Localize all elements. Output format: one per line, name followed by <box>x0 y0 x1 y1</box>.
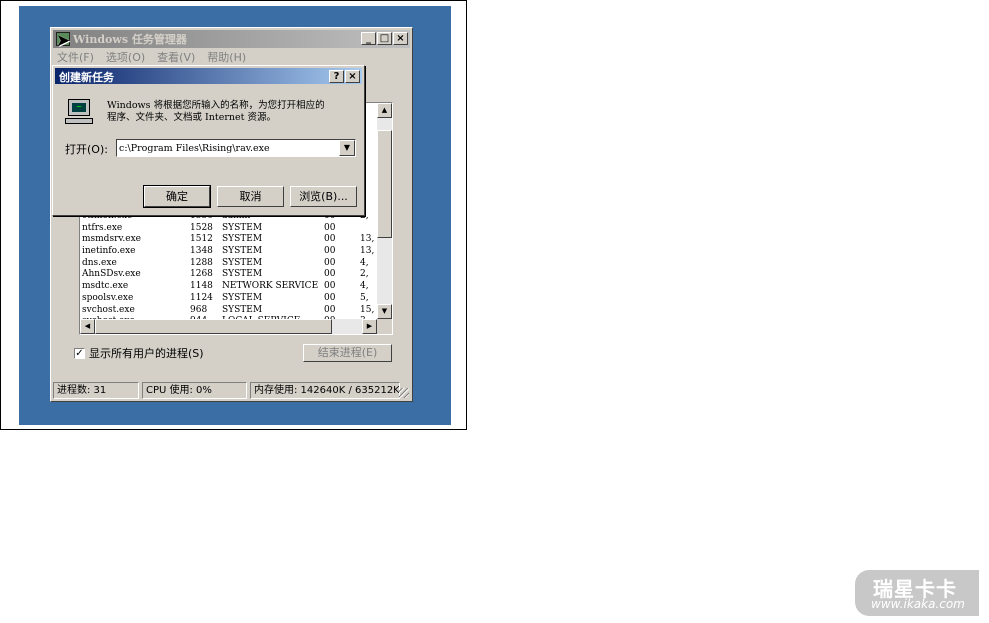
cell-cpu: 00 <box>324 281 336 292</box>
create-new-task-dialog: 创建新任务 ? × ~ Windows 将根据您所输入的名称，为您打开相应的 程… <box>52 65 365 216</box>
cell-cpu: 00 <box>324 222 336 233</box>
scroll-up-icon[interactable]: ▲ <box>377 103 392 118</box>
cell-pid: 1148 <box>190 281 213 292</box>
watermark-url: www.ikaka.com <box>871 597 965 611</box>
cell-name: msdtc.exe <box>82 281 129 292</box>
menu-help[interactable]: 帮助(H) <box>207 49 246 65</box>
cell-name: msmdsrv.exe <box>82 234 141 245</box>
cell-pid: 1268 <box>190 269 213 280</box>
table-row[interactable]: AhnSDsv.exe 1268 SYSTEM 00 2, <box>80 269 380 281</box>
dialog-description-line1: Windows 将根据您所输入的名称，为您打开相应的 <box>107 100 325 111</box>
close-button[interactable]: × <box>393 32 408 45</box>
open-label: 打开(O): <box>65 143 108 156</box>
cell-user: SYSTEM <box>222 222 263 233</box>
show-all-users-checkbox[interactable]: ✓ <box>74 347 85 359</box>
cell-cpu: 00 <box>324 234 336 245</box>
scroll-left-icon[interactable]: ◀ <box>80 319 95 334</box>
cell-cpu: 00 <box>324 292 336 303</box>
cell-user: SYSTEM <box>222 269 263 280</box>
status-process-count: 进程数: 31 <box>53 382 139 399</box>
browse-button[interactable]: 浏览(B)... <box>290 186 357 207</box>
cell-user: SYSTEM <box>222 246 263 257</box>
dialog-close-button[interactable]: × <box>345 70 360 83</box>
open-dropdown-icon[interactable]: ▼ <box>339 140 355 156</box>
menu-file[interactable]: 文件(F) <box>57 49 94 65</box>
vertical-scrollbar[interactable]: ▲ ▼ <box>377 103 392 319</box>
cancel-button[interactable]: 取消 <box>217 186 284 207</box>
cell-name: dns.exe <box>82 257 117 268</box>
show-all-users-label: 显示所有用户的进程(S) <box>89 347 204 360</box>
cell-pid: 1124 <box>190 292 213 303</box>
run-computer-icon: ~ <box>65 99 95 127</box>
horizontal-scrollbar[interactable]: ◀ ▶ <box>80 319 377 334</box>
cell-name: inetinfo.exe <box>82 246 136 257</box>
cell-pid: 1288 <box>190 257 213 268</box>
show-all-users-row[interactable]: ✓ 显示所有用户的进程(S) <box>74 345 204 361</box>
cell-pid: 1348 <box>190 246 213 257</box>
menu-view[interactable]: 查看(V) <box>157 49 195 65</box>
cell-mem: 5, <box>360 292 369 303</box>
maximize-button[interactable]: □ <box>377 32 392 45</box>
cell-user: NETWORK SERVICE <box>222 281 319 292</box>
menu-bar: 文件(F) 选项(O) 查看(V) 帮助(H) <box>57 49 246 65</box>
process-rows: ctfmon.exe 1556 admin 00 2, ntfrs.exe 1528 SYST… <box>80 211 380 328</box>
table-row[interactable]: msmdsrv.exe 1512 SYSTEM 00 13, <box>80 234 380 246</box>
cell-user: SYSTEM <box>222 234 263 245</box>
status-bar: 进程数: 31 CPU 使用: 0% 内存使用: 142640K / 63521… <box>53 382 410 399</box>
table-row[interactable]: msdtc.exe 1148 NETWORK SERVICE 00 4, <box>80 281 380 293</box>
cell-name: ntfrs.exe <box>82 222 123 233</box>
open-combobox[interactable]: ▼ <box>116 139 356 157</box>
cell-mem: 13, <box>360 246 375 257</box>
menu-options[interactable]: 选项(O) <box>106 49 145 65</box>
cell-user: SYSTEM <box>222 304 263 315</box>
open-input[interactable] <box>119 141 334 155</box>
mouse-cursor-icon: ➤ <box>56 31 71 51</box>
table-row[interactable]: spoolsv.exe 1124 SYSTEM 00 5, <box>80 293 380 305</box>
cell-mem: 13, <box>360 234 375 245</box>
dialog-description: Windows 将根据您所输入的名称，为您打开相应的 程序、文件夹、文档或 In… <box>107 100 357 124</box>
dialog-title: 创建新任务 <box>59 71 114 84</box>
vertical-scroll-thumb[interactable] <box>377 130 392 238</box>
cell-name: AhnSDsv.exe <box>82 269 141 280</box>
scroll-right-icon[interactable]: ▶ <box>362 319 377 334</box>
cell-cpu: 00 <box>324 246 336 257</box>
cell-user: SYSTEM <box>222 257 263 268</box>
task-manager-titlebar[interactable]: ➤ Windows 任务管理器 _ □ × <box>53 30 410 51</box>
horizontal-scroll-thumb[interactable] <box>95 319 332 334</box>
status-cpu-usage: CPU 使用: 0% <box>142 382 247 399</box>
cell-name: svchost.exe <box>82 304 135 315</box>
cell-cpu: 00 <box>324 304 336 315</box>
cell-user: SYSTEM <box>222 292 263 303</box>
ikaka-watermark: 瑞星卡卡 www.ikaka.com <box>855 570 979 616</box>
scrollbar-corner <box>377 319 392 334</box>
cell-pid: 1528 <box>190 222 213 233</box>
cell-cpu: 00 <box>324 269 336 280</box>
cell-name: spoolsv.exe <box>82 292 134 303</box>
table-row[interactable]: svchost.exe 968 SYSTEM 00 15, <box>80 305 380 317</box>
table-row[interactable]: inetinfo.exe 1348 SYSTEM 00 13, <box>80 246 380 258</box>
table-row[interactable]: dns.exe 1288 SYSTEM 00 4, <box>80 258 380 270</box>
cell-mem: 4, <box>360 257 369 268</box>
minimize-button[interactable]: _ <box>361 32 376 45</box>
cell-pid: 968 <box>190 304 208 315</box>
cell-mem: 4, <box>360 281 369 292</box>
dialog-description-line2: 程序、文件夹、文档或 Internet 资源。 <box>107 112 276 123</box>
dialog-help-button[interactable]: ? <box>329 70 344 83</box>
cell-mem: 2, <box>360 269 369 280</box>
end-process-button[interactable]: 结束进程(E) <box>303 344 392 362</box>
scroll-down-icon[interactable]: ▼ <box>377 304 392 319</box>
cell-mem: 15, <box>360 304 375 315</box>
dialog-titlebar[interactable]: 创建新任务 ? × <box>55 68 362 84</box>
cell-cpu: 00 <box>324 257 336 268</box>
cell-pid: 1512 <box>190 234 213 245</box>
table-row[interactable]: ntfrs.exe 1528 SYSTEM 00 <box>80 223 380 235</box>
status-memory-usage: 内存使用: 142640K / 635212K <box>250 382 400 399</box>
resize-grip-icon[interactable] <box>399 388 409 398</box>
ok-button[interactable]: 确定 <box>143 185 211 208</box>
task-manager-title: Windows 任务管理器 <box>73 33 187 46</box>
